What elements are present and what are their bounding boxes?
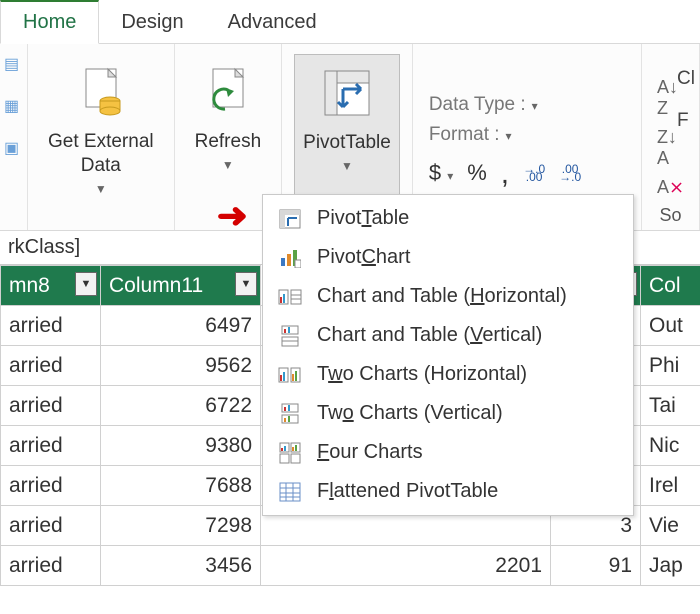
cell[interactable]: Vie xyxy=(641,506,700,546)
cell[interactable]: 6722 xyxy=(101,386,261,426)
menu-item-four-charts[interactable]: Four Charts xyxy=(263,433,633,472)
pivottable-dropdown-menu: PivotTable PivotChart Chart and Table (H… xyxy=(262,194,634,516)
cell[interactable]: 2201 xyxy=(261,546,551,586)
chart-table-v-icon xyxy=(277,325,303,347)
cell[interactable]: Irel xyxy=(641,466,700,506)
currency-button[interactable]: $ ▾ xyxy=(429,160,453,186)
clear-label: Cl xyxy=(677,58,695,100)
sort-group-label: So xyxy=(642,205,699,226)
refresh-label: Refresh xyxy=(195,130,262,154)
filter-label: F xyxy=(677,100,695,142)
two-charts-h-icon xyxy=(277,364,303,386)
sort-asc-icon[interactable]: A↓Z xyxy=(657,77,678,119)
decrease-decimal-button[interactable]: .00→.0 xyxy=(559,165,581,182)
menu-label: Four Charts xyxy=(317,441,423,464)
four-charts-icon xyxy=(277,442,303,464)
menu-item-flattened-pivottable[interactable]: Flattened PivotTable xyxy=(263,472,633,511)
chart-table-h-icon xyxy=(277,286,303,308)
data-type-row[interactable]: Data Type : ▾ xyxy=(429,94,538,116)
cell[interactable]: 9380 xyxy=(101,426,261,466)
column-label: mn8 xyxy=(9,274,50,297)
sort-clear-group: A↓Z Z↓A A⨯ Cl F So xyxy=(642,44,700,230)
currency-label: $ xyxy=(429,160,441,185)
column-header[interactable]: Column11 ▼ xyxy=(101,266,261,306)
cell[interactable]: 3456 xyxy=(101,546,261,586)
tab-home[interactable]: Home xyxy=(0,0,99,44)
percent-button[interactable]: % xyxy=(467,160,487,186)
cell[interactable]: arried xyxy=(1,346,101,386)
cell[interactable]: 7688 xyxy=(101,466,261,506)
menu-item-two-charts-horizontal[interactable]: Two Charts (Horizontal) xyxy=(263,355,633,394)
cell[interactable]: Tai xyxy=(641,386,700,426)
menu-label: PivotTable xyxy=(317,207,409,230)
increase-decimal-button[interactable]: →.0.00 xyxy=(523,165,545,182)
menu-label: Chart and Table (Vertical) xyxy=(317,324,542,347)
refresh-icon xyxy=(207,60,249,124)
menu-item-chart-table-vertical[interactable]: Chart and Table (Vertical) xyxy=(263,316,633,355)
clear-sort-button[interactable]: A⨯ xyxy=(657,177,684,198)
ribbon-tabs: Home Design Advanced xyxy=(0,0,700,44)
cell[interactable]: Nic xyxy=(641,426,700,466)
get-external-data-group: Get ExternalData ▼ xyxy=(28,44,175,230)
column-label: Column11 xyxy=(109,274,203,297)
two-charts-v-icon xyxy=(277,403,303,425)
cell[interactable]: Jap xyxy=(641,546,700,586)
column-header[interactable]: Col xyxy=(641,266,700,306)
filter-dropdown-icon[interactable]: ▼ xyxy=(75,272,97,296)
chevron-down-icon: ▼ xyxy=(95,182,107,197)
menu-label: PivotChart xyxy=(317,246,410,269)
menu-label: Flattened PivotTable xyxy=(317,480,498,503)
cell[interactable]: arried xyxy=(1,306,101,346)
table-row[interactable]: arried3456220191Jap xyxy=(1,546,700,586)
cell[interactable]: arried xyxy=(1,546,101,586)
callout-arrow-icon: ➜ xyxy=(217,196,248,236)
chevron-down-icon: ▾ xyxy=(506,129,512,143)
pivottable-small-icon xyxy=(277,208,303,230)
chevron-down-icon: ▾ xyxy=(532,99,538,113)
pivotchart-icon xyxy=(277,247,303,269)
cell[interactable]: arried xyxy=(1,426,101,466)
cell[interactable]: 91 xyxy=(551,546,641,586)
column-header[interactable]: mn8 ▼ xyxy=(1,266,101,306)
comma-button[interactable]: , xyxy=(501,166,509,181)
cell[interactable]: 7298 xyxy=(101,506,261,546)
menu-item-two-charts-vertical[interactable]: Two Charts (Vertical) xyxy=(263,394,633,433)
menu-label: Two Charts (Horizontal) xyxy=(317,363,527,386)
menu-label: Two Charts (Vertical) xyxy=(317,402,503,425)
chevron-down-icon: ▼ xyxy=(341,159,353,174)
tab-design[interactable]: Design xyxy=(99,2,205,43)
format-row[interactable]: Format : ▾ xyxy=(429,124,512,146)
cell[interactable]: Out xyxy=(641,306,700,346)
clipboard-icon[interactable]: ▤ xyxy=(4,54,19,74)
tab-advanced[interactable]: Advanced xyxy=(206,2,339,43)
table-icon[interactable]: ▣ xyxy=(4,138,19,158)
chevron-down-icon: ▼ xyxy=(222,158,234,173)
chevron-down-icon: ▾ xyxy=(447,169,453,183)
cell[interactable]: 6497 xyxy=(101,306,261,346)
cell[interactable]: arried xyxy=(1,506,101,546)
menu-label: Chart and Table (Horizontal) xyxy=(317,285,567,308)
filter-dropdown-icon[interactable]: ▼ xyxy=(235,272,257,296)
flattened-pivottable-icon xyxy=(277,481,303,503)
grid-icon[interactable]: ▦ xyxy=(4,96,19,116)
pivottable-icon xyxy=(323,61,371,125)
format-label: Format : xyxy=(429,124,500,146)
column-label: Col xyxy=(649,274,681,297)
menu-item-pivotchart[interactable]: PivotChart xyxy=(263,238,633,277)
file-db-icon xyxy=(80,60,122,124)
get-external-data-button[interactable]: Get ExternalData ▼ xyxy=(40,54,162,224)
sort-desc-icon[interactable]: Z↓A xyxy=(657,127,677,169)
pivottable-label: PivotTable xyxy=(303,131,391,155)
menu-item-chart-table-horizontal[interactable]: Chart and Table (Horizontal) xyxy=(263,277,633,316)
cell[interactable]: Phi xyxy=(641,346,700,386)
menu-item-pivottable[interactable]: PivotTable xyxy=(263,199,633,238)
get-external-data-label: Get ExternalData xyxy=(48,130,154,178)
cell[interactable]: arried xyxy=(1,386,101,426)
ribbon-left-strip: ▤ ▦ ▣ xyxy=(0,44,28,230)
cell[interactable]: arried xyxy=(1,466,101,506)
cell[interactable]: 9562 xyxy=(101,346,261,386)
data-type-label: Data Type : xyxy=(429,94,526,116)
